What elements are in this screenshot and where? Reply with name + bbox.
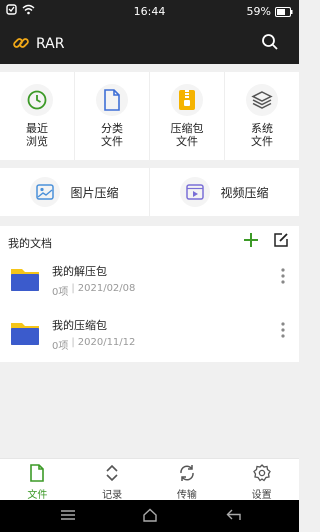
link-icon [13, 38, 29, 48]
edit-icon[interactable] [273, 232, 289, 248]
system-nav-bar [0, 500, 299, 532]
category-classified[interactable]: 分类 文件 [75, 72, 150, 160]
sync-icon [180, 465, 194, 481]
sort-icon [106, 464, 118, 482]
tab-records[interactable]: 记录 [75, 459, 150, 501]
category-archive[interactable]: 压缩包 文件 [150, 72, 225, 160]
menu-icon[interactable] [60, 508, 76, 522]
back-icon[interactable] [226, 508, 242, 522]
image-compress-label: 图片压缩 [70, 185, 119, 200]
tab-label: 文件 [27, 490, 48, 501]
tab-files[interactable]: 文件 [0, 459, 75, 501]
tab-settings[interactable]: 设置 [224, 459, 299, 501]
battery-percent: 59% [246, 5, 271, 18]
category-label: 最近 浏览 [26, 122, 48, 148]
category-system[interactable]: 系统 文件 [225, 72, 299, 160]
app-title: RAR [36, 36, 65, 52]
list-item[interactable]: 我的压缩包 0项 | 2020/11/12 [0, 308, 299, 362]
archive-icon [171, 84, 203, 116]
video-icon [180, 177, 211, 207]
file-icon [96, 84, 128, 116]
folder-icon [11, 323, 39, 345]
folder-icon [11, 269, 39, 291]
add-icon[interactable] [243, 232, 259, 248]
category-label: 系统 文件 [251, 122, 273, 148]
more-icon[interactable] [281, 268, 285, 284]
image-icon [30, 177, 61, 207]
home-icon[interactable] [142, 508, 158, 522]
folder-meta: 0项 | 2021/02/08 [52, 283, 136, 298]
more-icon[interactable] [281, 322, 285, 338]
battery-icon [275, 6, 293, 17]
my-documents: 我的文档 我的解压包 0项 | 2021/02/08 我的压缩包 0项 | 2020/1… [0, 226, 299, 362]
folder-name: 我的解压包 [52, 265, 107, 278]
category-label: 压缩包 文件 [170, 122, 204, 148]
layers-icon [246, 84, 278, 116]
video-compress-label: 视频压缩 [220, 185, 269, 200]
app-bar: RAR [0, 24, 299, 64]
gear-icon [252, 464, 271, 482]
tab-label: 设置 [251, 490, 272, 501]
category-label: 分类 文件 [101, 122, 123, 148]
category-recent[interactable]: 最近 浏览 [0, 72, 75, 160]
folder-meta: 0项 | 2020/11/12 [52, 337, 136, 352]
bottom-nav: 文件 记录 传输 设置 [0, 458, 299, 501]
tab-label: 传输 [176, 490, 197, 501]
search-icon[interactable] [261, 33, 279, 51]
status-bar: 16:44 59% [0, 0, 299, 24]
compress-row: 图片压缩 视频压缩 [0, 168, 299, 216]
video-compress-button[interactable]: 视频压缩 [150, 168, 299, 216]
list-item[interactable]: 我的解压包 0项 | 2021/02/08 [0, 254, 299, 308]
clock-icon [21, 84, 53, 116]
my-documents-title: 我的文档 [8, 237, 52, 250]
image-compress-button[interactable]: 图片压缩 [0, 168, 150, 216]
category-grid: 最近 浏览 分类 文件 压缩包 文件 系统 文件 [0, 72, 299, 160]
file-icon [30, 464, 45, 482]
tab-transfer[interactable]: 传输 [150, 459, 225, 501]
tab-label: 记录 [102, 490, 123, 501]
folder-name: 我的压缩包 [52, 319, 107, 332]
